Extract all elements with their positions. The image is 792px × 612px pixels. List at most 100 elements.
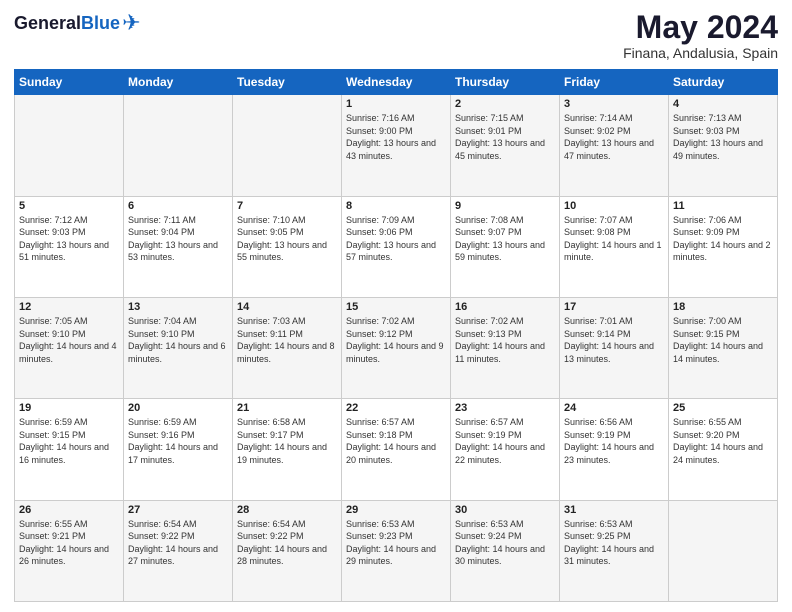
day-number: 6	[128, 200, 228, 212]
day-number: 10	[564, 200, 664, 212]
table-row: 26 Sunrise: 6:55 AM Sunset: 9:21 PM Dayli…	[15, 500, 124, 601]
table-row: 8 Sunrise: 7:09 AM Sunset: 9:06 PM Daylig…	[342, 196, 451, 297]
day-info: Sunrise: 7:16 AM Sunset: 9:00 PM Dayligh…	[346, 112, 446, 162]
table-row: 23 Sunrise: 6:57 AM Sunset: 9:19 PM Dayli…	[451, 399, 560, 500]
table-row	[233, 95, 342, 196]
day-number: 5	[19, 200, 119, 212]
table-row: 30Sunrise: 6:53 AM Sunset: 9:24 PM Dayli…	[451, 500, 560, 601]
table-row: 21Sunrise: 6:58 AM Sunset: 9:17 PM Dayli…	[233, 399, 342, 500]
calendar-title: May 2024	[623, 10, 778, 45]
day-number: 8	[346, 200, 446, 212]
table-row: 11 Sunrise: 7:06 AM Sunset: 9:09 PM Dayli…	[669, 196, 778, 297]
day-number: 4	[673, 98, 773, 110]
day-number: 29	[346, 504, 446, 516]
table-row: 5 Sunrise: 7:12 AM Sunset: 9:03 PM Daylig…	[15, 196, 124, 297]
calendar-subtitle: Finana, Andalusia, Spain	[623, 45, 778, 61]
day-number: 22	[346, 402, 446, 414]
day-number: 1	[346, 98, 446, 110]
table-row: 3 Sunrise: 7:14 AM Sunset: 9:02 PM Daylig…	[560, 95, 669, 196]
day-number: 27	[128, 504, 228, 516]
day-info: Sunrise: 6:57 AM Sunset: 9:18 PM Dayligh…	[346, 416, 446, 466]
logo-bird-icon: ✈	[122, 10, 140, 36]
table-row: 2 Sunrise: 7:15 AM Sunset: 9:01 PM Daylig…	[451, 95, 560, 196]
day-number: 3	[564, 98, 664, 110]
day-number: 14	[237, 301, 337, 313]
table-row: 28 Sunrise: 6:54 AM Sunset: 9:22 PM Dayli…	[233, 500, 342, 601]
header: GeneralBlue ✈ May 2024 Finana, Andalusia…	[14, 10, 778, 61]
day-info: Sunrise: 6:57 AM Sunset: 9:19 PM Dayligh…	[455, 416, 555, 466]
day-number: 17	[564, 301, 664, 313]
table-row: 29Sunrise: 6:53 AM Sunset: 9:23 PM Dayli…	[342, 500, 451, 601]
page: GeneralBlue ✈ May 2024 Finana, Andalusia…	[0, 0, 792, 612]
day-info: Sunrise: 6:59 AM Sunset: 9:16 PM Dayligh…	[128, 416, 228, 466]
day-number: 28	[237, 504, 337, 516]
col-tuesday: Tuesday	[233, 70, 342, 95]
day-info: Sunrise: 7:07 AM Sunset: 9:08 PM Dayligh…	[564, 214, 664, 264]
day-number: 20	[128, 402, 228, 414]
day-info: Sunrise: 7:12 AM Sunset: 9:03 PM Dayligh…	[19, 214, 119, 264]
table-row: 4 Sunrise: 7:13 AM Sunset: 9:03 PM Daylig…	[669, 95, 778, 196]
day-info: Sunrise: 7:00 AM Sunset: 9:15 PM Dayligh…	[673, 315, 773, 365]
day-info: Sunrise: 7:03 AM Sunset: 9:11 PM Dayligh…	[237, 315, 337, 365]
day-number: 16	[455, 301, 555, 313]
day-number: 15	[346, 301, 446, 313]
table-row	[124, 95, 233, 196]
day-number: 26	[19, 504, 119, 516]
table-row: 12 Sunrise: 7:05 AM Sunset: 9:10 PM Dayli…	[15, 297, 124, 398]
calendar-table: Sunday Monday Tuesday Wednesday Thursday…	[14, 69, 778, 602]
day-info: Sunrise: 7:02 AM Sunset: 9:13 PM Dayligh…	[455, 315, 555, 365]
day-info: Sunrise: 7:14 AM Sunset: 9:02 PM Dayligh…	[564, 112, 664, 162]
day-number: 19	[19, 402, 119, 414]
day-info: Sunrise: 6:54 AM Sunset: 9:22 PM Dayligh…	[128, 518, 228, 568]
table-row: 20 Sunrise: 6:59 AM Sunset: 9:16 PM Dayli…	[124, 399, 233, 500]
day-info: Sunrise: 7:10 AM Sunset: 9:05 PM Dayligh…	[237, 214, 337, 264]
day-number: 7	[237, 200, 337, 212]
day-info: Sunrise: 6:53 AM Sunset: 9:24 PM Dayligh…	[455, 518, 555, 568]
day-info: Sunrise: 6:53 AM Sunset: 9:25 PM Dayligh…	[564, 518, 664, 568]
day-info: Sunrise: 7:04 AM Sunset: 9:10 PM Dayligh…	[128, 315, 228, 365]
table-row: 9Sunrise: 7:08 AM Sunset: 9:07 PM Daylig…	[451, 196, 560, 297]
day-info: Sunrise: 7:13 AM Sunset: 9:03 PM Dayligh…	[673, 112, 773, 162]
col-saturday: Saturday	[669, 70, 778, 95]
day-info: Sunrise: 6:58 AM Sunset: 9:17 PM Dayligh…	[237, 416, 337, 466]
table-row: 22 Sunrise: 6:57 AM Sunset: 9:18 PM Dayli…	[342, 399, 451, 500]
calendar-header-row: Sunday Monday Tuesday Wednesday Thursday…	[15, 70, 778, 95]
table-row: 24Sunrise: 6:56 AM Sunset: 9:19 PM Dayli…	[560, 399, 669, 500]
table-row: 15 Sunrise: 7:02 AM Sunset: 9:12 PM Dayli…	[342, 297, 451, 398]
day-number: 18	[673, 301, 773, 313]
table-row: 6 Sunrise: 7:11 AM Sunset: 9:04 PM Daylig…	[124, 196, 233, 297]
logo-text: GeneralBlue	[14, 14, 120, 32]
day-info: Sunrise: 7:09 AM Sunset: 9:06 PM Dayligh…	[346, 214, 446, 264]
day-number: 23	[455, 402, 555, 414]
day-number: 24	[564, 402, 664, 414]
table-row: 19 Sunrise: 6:59 AM Sunset: 9:15 PM Dayli…	[15, 399, 124, 500]
day-info: Sunrise: 7:15 AM Sunset: 9:01 PM Dayligh…	[455, 112, 555, 162]
col-friday: Friday	[560, 70, 669, 95]
day-number: 2	[455, 98, 555, 110]
day-info: Sunrise: 7:02 AM Sunset: 9:12 PM Dayligh…	[346, 315, 446, 365]
table-row: 1 Sunrise: 7:16 AM Sunset: 9:00 PM Daylig…	[342, 95, 451, 196]
day-info: Sunrise: 7:06 AM Sunset: 9:09 PM Dayligh…	[673, 214, 773, 264]
day-number: 9	[455, 200, 555, 212]
logo: GeneralBlue ✈	[14, 10, 141, 36]
table-row	[669, 500, 778, 601]
table-row	[15, 95, 124, 196]
col-monday: Monday	[124, 70, 233, 95]
day-info: Sunrise: 6:55 AM Sunset: 9:20 PM Dayligh…	[673, 416, 773, 466]
day-info: Sunrise: 6:59 AM Sunset: 9:15 PM Dayligh…	[19, 416, 119, 466]
col-sunday: Sunday	[15, 70, 124, 95]
day-number: 12	[19, 301, 119, 313]
day-number: 11	[673, 200, 773, 212]
day-info: Sunrise: 6:55 AM Sunset: 9:21 PM Dayligh…	[19, 518, 119, 568]
title-block: May 2024 Finana, Andalusia, Spain	[623, 10, 778, 61]
day-info: Sunrise: 7:05 AM Sunset: 9:10 PM Dayligh…	[19, 315, 119, 365]
table-row: 16 Sunrise: 7:02 AM Sunset: 9:13 PM Dayli…	[451, 297, 560, 398]
table-row: 7 Sunrise: 7:10 AM Sunset: 9:05 PM Daylig…	[233, 196, 342, 297]
col-wednesday: Wednesday	[342, 70, 451, 95]
day-info: Sunrise: 6:54 AM Sunset: 9:22 PM Dayligh…	[237, 518, 337, 568]
day-number: 31	[564, 504, 664, 516]
day-info: Sunrise: 7:11 AM Sunset: 9:04 PM Dayligh…	[128, 214, 228, 264]
day-number: 25	[673, 402, 773, 414]
table-row: 13Sunrise: 7:04 AM Sunset: 9:10 PM Dayli…	[124, 297, 233, 398]
table-row: 27 Sunrise: 6:54 AM Sunset: 9:22 PM Dayli…	[124, 500, 233, 601]
